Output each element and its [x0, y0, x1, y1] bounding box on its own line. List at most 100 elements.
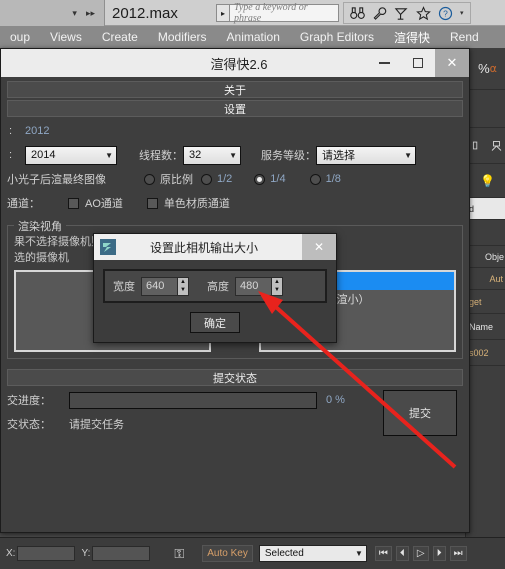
spin-down-icon[interactable]: ▼ [272, 286, 282, 295]
threads-select[interactable]: 32 ▼ [183, 145, 241, 165]
coordinate-x: X: [6, 546, 76, 561]
auto-key-button[interactable]: Auto Key [202, 545, 253, 562]
y-label: Y: [81, 548, 91, 559]
go-to-start-button[interactable]: ⏮ [374, 546, 392, 561]
ratio-option-quarter[interactable]: 1/4 [254, 173, 286, 185]
chevron-down-icon: ▼ [105, 150, 113, 160]
x-label: X: [6, 548, 16, 559]
camera-output-size-dialog: 设置此相机输出大小 ✕ 宽度 ▲ ▼ 高度 ▲ ▼ [93, 233, 337, 343]
radio-original[interactable] [144, 173, 155, 185]
max-toolbar-icons: ? ▾ [343, 2, 471, 24]
light-icon[interactable]: 💡 [480, 174, 495, 188]
height-spin-buttons[interactable]: ▲ ▼ [271, 276, 283, 296]
rail-blank-1 [466, 90, 505, 128]
maximize-button[interactable] [401, 49, 435, 77]
group-about-header: 关于 [7, 81, 463, 98]
ratio-option-original[interactable]: 原比例 [144, 171, 193, 187]
radio-quarter[interactable] [254, 173, 266, 185]
status-label: 交状态： [7, 419, 51, 431]
progress-percent: 0 % [326, 394, 345, 406]
width-input[interactable] [141, 276, 177, 296]
mirror-icon[interactable] [472, 140, 483, 151]
double-arrow-right-icon[interactable]: ▸▸ [86, 8, 95, 19]
quick-access-toolbar[interactable]: ▾ ▸▸ [0, 0, 105, 26]
spin-up-icon[interactable]: ▲ [272, 278, 282, 287]
progress-label: 交进度： [7, 395, 51, 407]
selection-filter-select[interactable]: Selected ▼ [258, 545, 367, 562]
menu-item-modifiers[interactable]: Modifiers [148, 30, 217, 44]
width-stepper[interactable]: ▲ ▼ [141, 276, 189, 296]
final-image-ratio-label: 小光子后渲最终图像 [7, 174, 106, 186]
service-level-label: 服务等级： [261, 150, 316, 162]
render-fast-title: 渲得快2.6 [210, 56, 268, 72]
menu-item-graph-editors[interactable]: Graph Editors [290, 30, 384, 44]
go-to-end-button[interactable]: ⏭ [449, 546, 467, 561]
modal-title: 设置此相机输出大小 [149, 240, 258, 255]
spin-up-icon[interactable]: ▲ [178, 278, 188, 287]
help-dropdown-icon[interactable]: ▾ [460, 9, 464, 17]
render-fast-title-bar[interactable]: 渲得快2.6 ✕ [1, 49, 469, 77]
render-version-label: : [9, 149, 13, 161]
ratio-option-half[interactable]: 1/2 [201, 173, 232, 185]
magnet-icon[interactable]: ⍺ [490, 62, 497, 75]
max-menu-bar: oup Views Create Modifiers Animation Gra… [0, 26, 505, 48]
ratio-option-eighth[interactable]: 1/8 [309, 173, 341, 185]
confirm-button[interactable]: 确定 [190, 312, 240, 333]
height-input[interactable] [235, 276, 271, 296]
chevron-down-icon: ▼ [404, 150, 412, 160]
previous-frame-button[interactable]: ⏴ [395, 546, 409, 561]
height-label: 高度 [207, 281, 229, 293]
screen-root: ▾ ▸▸ 2012.max ▸ Type a keyword or phrase [0, 0, 505, 569]
max-search-box[interactable]: ▸ Type a keyword or phrase [216, 2, 339, 24]
rail-label-object: Obje [466, 246, 505, 268]
spin-down-icon[interactable]: ▼ [178, 286, 188, 295]
key-icon[interactable]: ⚿ [174, 546, 184, 562]
menu-item-render-fast[interactable]: 渲得快 [384, 29, 440, 46]
threads-label: 线程数： [139, 150, 183, 162]
radio-half[interactable] [201, 173, 212, 185]
submit-button[interactable]: 提交 [383, 390, 457, 436]
checkbox-box-ao[interactable] [68, 197, 79, 209]
minimize-button[interactable] [367, 49, 401, 77]
next-frame-button[interactable]: ⏵ [432, 546, 446, 561]
menu-item-group[interactable]: oup [0, 30, 40, 44]
render-version-select[interactable]: 2014 ▼ [25, 145, 117, 165]
help-icon[interactable]: ? [438, 6, 453, 21]
satellite-dish-icon[interactable] [394, 6, 409, 21]
search-input[interactable]: Type a keyword or phrase [229, 2, 339, 24]
align-icon[interactable] [490, 140, 503, 152]
checkbox-ao-channel[interactable]: AO通道 [68, 195, 123, 211]
rail-label-s002: s002 [466, 340, 505, 366]
rail-blank-2 [466, 220, 505, 246]
max-command-panel: % ⍺ 💡 d Obje Aut get Name s002 [465, 48, 505, 537]
search-dropdown-icon[interactable]: ▸ [216, 4, 229, 22]
wrench-icon[interactable] [372, 6, 387, 21]
modal-close-button[interactable]: ✕ [302, 234, 336, 260]
menu-item-create[interactable]: Create [92, 30, 148, 44]
close-button[interactable]: ✕ [435, 49, 469, 77]
width-spin-buttons[interactable]: ▲ ▼ [177, 276, 189, 296]
rail-label-get: get [466, 290, 505, 314]
checkbox-box-mono[interactable] [146, 197, 158, 209]
svg-text:?: ? [443, 8, 448, 18]
height-stepper[interactable]: ▲ ▼ [235, 276, 283, 296]
play-button[interactable]: ▷ [412, 546, 429, 561]
chevron-down-icon[interactable]: ▾ [72, 8, 77, 19]
service-level-select[interactable]: 请选择 ▼ [316, 145, 416, 165]
menu-item-animation[interactable]: Animation [217, 30, 290, 44]
submit-status-panel: 交进度： 0 % 交状态： 请提交任务 提交 [7, 388, 463, 456]
app-logo-icon [100, 239, 116, 255]
star-icon[interactable] [416, 5, 431, 21]
y-input[interactable] [92, 546, 151, 561]
chevron-down-icon: ▼ [229, 150, 237, 160]
rail-light-group: 💡 [466, 164, 505, 198]
checkbox-mono-material-channel[interactable]: 单色材质通道 [146, 195, 230, 211]
chevron-down-icon: ▼ [354, 549, 363, 558]
menu-item-rendering[interactable]: Rend [440, 30, 489, 44]
document-filename: 2012.max [112, 4, 178, 22]
binoculars-icon[interactable] [350, 6, 365, 21]
x-input[interactable] [17, 546, 76, 561]
modal-title-bar[interactable]: 设置此相机输出大小 ✕ [94, 234, 336, 260]
menu-item-views[interactable]: Views [40, 30, 92, 44]
radio-eighth[interactable] [309, 173, 321, 185]
